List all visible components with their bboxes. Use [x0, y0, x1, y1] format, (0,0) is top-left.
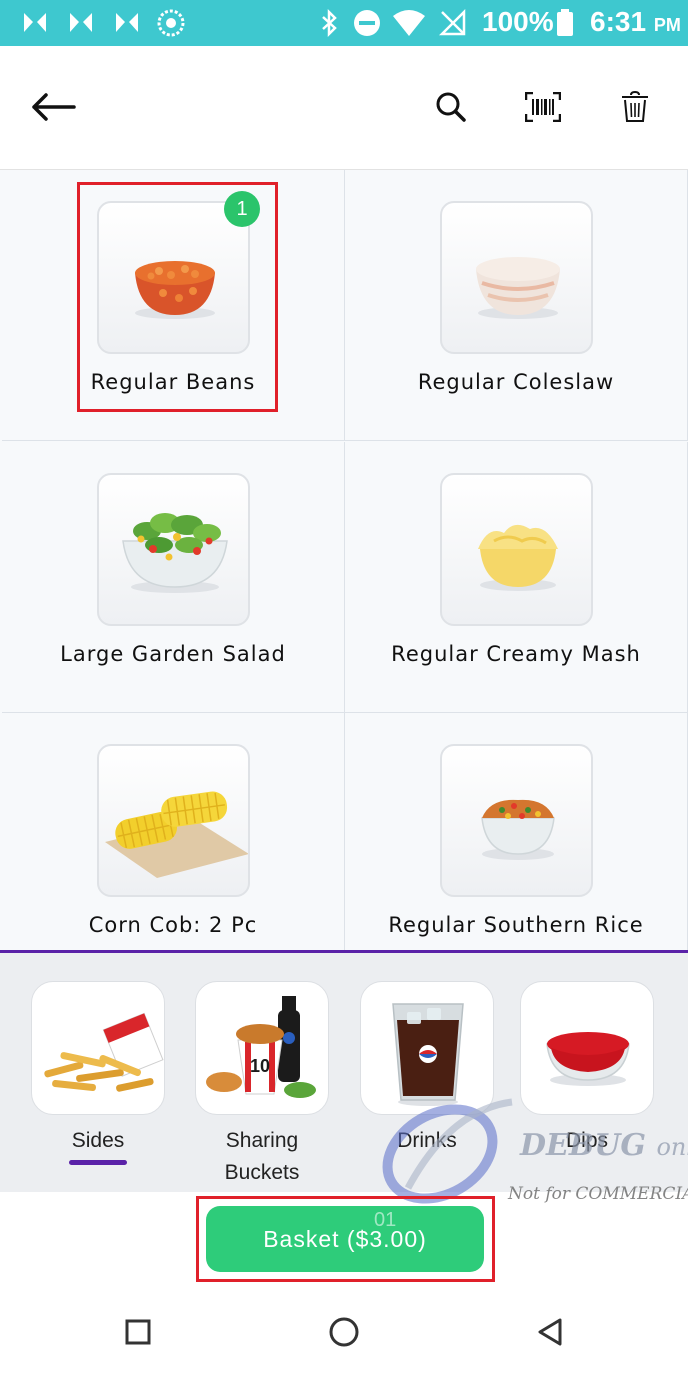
basket-button[interactable]: Basket ($3.00)	[206, 1206, 484, 1272]
do-not-disturb-icon	[354, 10, 380, 36]
home-button[interactable]	[322, 1310, 366, 1354]
mash-bowl-image	[440, 473, 593, 626]
trash-icon	[622, 91, 648, 122]
back-button[interactable]	[25, 79, 81, 135]
beans-bowl-image	[97, 201, 250, 354]
category-label: Sharing Buckets	[224, 1129, 300, 1184]
category-label: Sides	[71, 1129, 125, 1152]
product-label: Corn Cob: 2 Pc	[88, 913, 258, 937]
search-icon	[436, 92, 466, 122]
battery-percent: 100%	[482, 6, 554, 37]
rice-bowl-image	[440, 744, 593, 897]
nav-back-button[interactable]	[528, 1310, 572, 1354]
clock-ampm: PM	[653, 15, 681, 35]
debug-watermark-logo	[382, 1098, 513, 1204]
product-label: Regular Southern Rice	[388, 913, 644, 937]
app-notification-icon	[70, 13, 92, 32]
fries-image	[31, 981, 165, 1115]
barcode-scan-button[interactable]	[515, 79, 571, 135]
home-circle-icon	[329, 1317, 359, 1347]
search-button[interactable]	[423, 79, 479, 135]
recents-square-icon	[125, 1319, 151, 1345]
category-sharing-buckets[interactable]: 10 Sharing Buckets	[195, 981, 329, 1189]
selected-category-indicator	[69, 1160, 127, 1165]
basket-label: Basket ($3.00)	[263, 1225, 427, 1252]
corn-cob-image	[97, 744, 250, 897]
no-sim-icon	[438, 8, 466, 36]
watermark-commercial-text: Not for COMMERCIAL	[508, 1184, 688, 1204]
svg-text:10: 10	[250, 1056, 270, 1076]
barcode-scan-icon	[525, 92, 561, 122]
dip-bowl-image	[520, 981, 654, 1115]
back-arrow-icon	[32, 93, 76, 121]
product-card-regular-beans[interactable]: Regular Beans	[2, 170, 345, 441]
app-notification-icon	[24, 13, 46, 32]
bluetooth-icon	[322, 8, 337, 38]
pinwheel-icon	[157, 9, 185, 37]
product-label: Regular Beans	[90, 370, 256, 394]
product-card-regular-creamy-mash[interactable]: Regular Creamy Mash	[345, 442, 688, 713]
product-card-large-garden-salad[interactable]: Large Garden Salad	[2, 442, 345, 713]
app-notification-icon	[116, 13, 138, 32]
recents-button[interactable]	[116, 1310, 160, 1354]
status-bar: 100% 6:31 PM	[0, 0, 688, 46]
clear-basket-button[interactable]	[607, 79, 663, 135]
quantity-badge: 1	[224, 191, 260, 227]
basket-overlay-text: 01	[374, 1209, 397, 1231]
app-bar	[0, 46, 688, 170]
back-triangle-icon	[538, 1318, 562, 1346]
battery-full-icon	[557, 9, 573, 36]
clock-time: 6:31	[590, 6, 647, 37]
watermark-debug-word: DEBUG	[520, 1128, 647, 1163]
clock: 6:31 PM	[590, 6, 681, 38]
product-card-regular-southern-rice[interactable]: Regular Southern Rice	[345, 713, 688, 950]
system-nav-bar	[0, 1288, 688, 1376]
bucket-image: 10	[195, 981, 329, 1115]
watermark-only-word: only	[656, 1133, 688, 1161]
wifi-icon	[393, 10, 425, 36]
coleslaw-bowl-image	[440, 201, 593, 354]
product-card-regular-coleslaw[interactable]: Regular Coleslaw	[345, 170, 688, 441]
product-card-corn-cob-2-pc[interactable]: Corn Cob: 2 Pc	[2, 713, 345, 950]
product-label: Regular Coleslaw	[417, 370, 615, 394]
product-grid: Regular Beans Regular Coleslaw Large Gar…	[0, 170, 688, 950]
product-label: Regular Creamy Mash	[391, 642, 641, 666]
category-sides[interactable]: Sides	[31, 981, 165, 1157]
watermark-debug-text: DEBUG only	[520, 1128, 688, 1163]
salad-bowl-image	[97, 473, 250, 626]
product-label: Large Garden Salad	[60, 642, 286, 666]
